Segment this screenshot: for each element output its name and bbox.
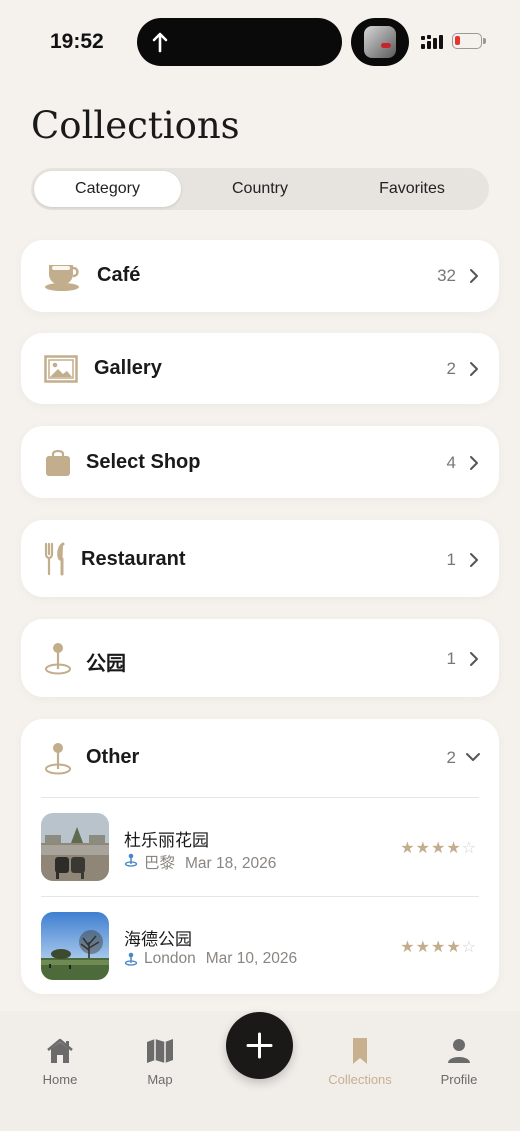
picture-frame-icon bbox=[44, 355, 78, 383]
category-count: 32 bbox=[437, 266, 456, 285]
bookmark-icon bbox=[353, 1038, 367, 1064]
tab-favorites[interactable]: Favorites bbox=[338, 171, 486, 207]
place-thumbnail bbox=[41, 813, 109, 881]
tab-label: Map bbox=[147, 1072, 173, 1087]
star-rating: ★★★★☆ bbox=[400, 937, 477, 957]
category-row-gallery[interactable]: Gallery 2 bbox=[21, 333, 499, 404]
tab-map[interactable]: Map bbox=[115, 1037, 205, 1087]
tab-profile[interactable]: Profile bbox=[414, 1037, 504, 1087]
tab-collections[interactable]: Collections bbox=[315, 1037, 405, 1087]
place-thumbnail bbox=[41, 912, 109, 980]
category-count: 1 bbox=[446, 649, 456, 668]
category-count: 4 bbox=[446, 453, 456, 472]
chevron-right-icon bbox=[470, 269, 478, 283]
fork-knife-icon bbox=[44, 542, 65, 576]
star-filled-icon: ★ bbox=[446, 939, 462, 956]
category-row-other: Other 2 杜乐丽花园 巴黎 Mar 18, 2026 ★★★★☆ 海德公园… bbox=[21, 719, 499, 994]
chevron-right-icon bbox=[470, 456, 478, 470]
place-title: 海德公园 bbox=[124, 930, 192, 949]
category-label: Other bbox=[86, 746, 140, 768]
category-header-other[interactable]: Other 2 bbox=[21, 719, 499, 797]
add-button[interactable] bbox=[226, 1012, 293, 1079]
chevron-right-icon bbox=[470, 362, 478, 376]
status-time: 19:52 bbox=[50, 30, 104, 53]
place-city: London bbox=[144, 950, 196, 967]
place-date: Mar 10, 2026 bbox=[205, 950, 298, 967]
star-filled-icon: ★ bbox=[430, 939, 447, 956]
shopping-bag-icon bbox=[46, 449, 70, 476]
battery-icon bbox=[452, 33, 486, 49]
place-meta: London Mar 10, 2026 bbox=[124, 950, 297, 968]
category-count: 2 bbox=[446, 748, 456, 767]
chevron-right-icon bbox=[470, 652, 478, 666]
tab-label: Profile bbox=[440, 1072, 478, 1087]
category-label: Gallery bbox=[94, 357, 162, 379]
chevron-right-icon bbox=[470, 553, 478, 567]
map-pin-icon bbox=[45, 743, 71, 775]
star-filled-icon: ★ bbox=[430, 840, 447, 857]
tab-label: Home bbox=[42, 1072, 78, 1087]
star-filled-icon: ★ bbox=[415, 840, 431, 857]
page-title: Collections bbox=[31, 104, 240, 147]
star-rating: ★★★★☆ bbox=[400, 838, 477, 858]
place-date: Mar 18, 2026 bbox=[185, 855, 277, 872]
map-pin-icon bbox=[45, 643, 71, 675]
star-filled-icon: ★ bbox=[446, 840, 462, 857]
tab-category[interactable]: Category bbox=[34, 171, 181, 207]
tab-home[interactable]: Home bbox=[15, 1037, 105, 1087]
up-arrow-icon bbox=[152, 32, 168, 53]
signal-icon bbox=[421, 35, 443, 49]
list-item[interactable]: 杜乐丽花园 巴黎 Mar 18, 2026 ★★★★☆ bbox=[21, 798, 499, 896]
chevron-down-icon bbox=[466, 753, 480, 761]
category-row-cafe[interactable]: Café 32 bbox=[21, 240, 499, 312]
star-filled-icon: ★ bbox=[400, 939, 416, 956]
map-icon bbox=[147, 1039, 173, 1063]
category-label: 公园 bbox=[86, 653, 126, 675]
category-count: 1 bbox=[446, 550, 456, 569]
dynamic-island[interactable] bbox=[137, 18, 342, 66]
place-title: 杜乐丽花园 bbox=[124, 831, 209, 850]
dynamic-island-avatar[interactable] bbox=[351, 18, 409, 66]
star-filled-icon: ★ bbox=[415, 939, 431, 956]
star-filled-icon: ★ bbox=[400, 840, 416, 857]
tab-label: Collections bbox=[328, 1072, 392, 1087]
list-item[interactable]: 海德公园 London Mar 10, 2026 ★★★★☆ bbox=[21, 897, 499, 994]
segmented-control: Category Country Favorites bbox=[31, 168, 489, 210]
place-meta: 巴黎 Mar 18, 2026 bbox=[124, 851, 276, 873]
category-row-select-shop[interactable]: Select Shop 4 bbox=[21, 426, 499, 498]
place-city: 巴黎 bbox=[144, 855, 176, 872]
category-label: Café bbox=[97, 264, 141, 286]
album-art-icon bbox=[364, 26, 396, 58]
category-row-park[interactable]: 公园 1 bbox=[21, 619, 499, 697]
category-row-restaurant[interactable]: Restaurant 1 bbox=[21, 520, 499, 597]
coffee-cup-icon bbox=[45, 265, 79, 291]
tab-country[interactable]: Country bbox=[186, 171, 334, 207]
category-count: 2 bbox=[446, 359, 456, 378]
location-pin-icon bbox=[124, 952, 138, 966]
star-empty-icon: ☆ bbox=[461, 840, 477, 857]
star-empty-icon: ☆ bbox=[461, 939, 477, 956]
category-label: Select Shop bbox=[86, 451, 201, 473]
location-pin-icon bbox=[124, 853, 138, 867]
category-label: Restaurant bbox=[81, 548, 186, 570]
plus-icon bbox=[246, 1032, 273, 1059]
house-icon bbox=[47, 1038, 73, 1063]
status-bar: 19:52 bbox=[0, 0, 520, 80]
person-icon bbox=[448, 1039, 470, 1063]
